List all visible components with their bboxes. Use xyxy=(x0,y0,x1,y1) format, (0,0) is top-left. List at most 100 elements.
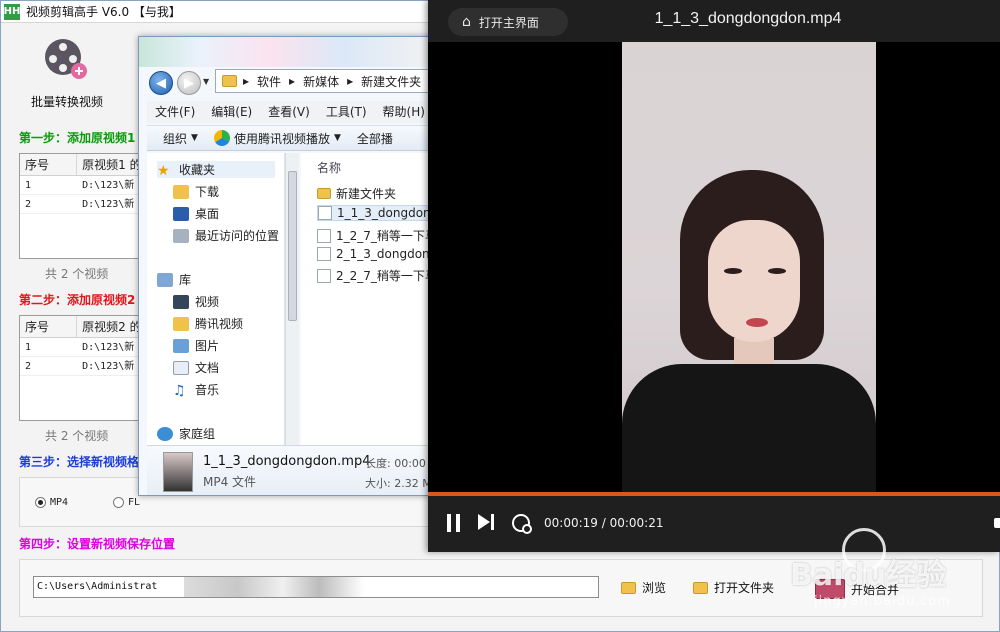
step4-label: 第四步：设置新视频保存位置 xyxy=(19,537,176,551)
step2-label: 第二步：添加原视频2 xyxy=(19,293,136,307)
step3-label: 第三步：选择新视频格 xyxy=(19,455,140,469)
menu-tools[interactable]: 工具(T) xyxy=(318,101,375,123)
volume-icon[interactable] xyxy=(994,518,1000,528)
row-index: 1 xyxy=(25,180,32,191)
table-row[interactable]: 2 D:\123\新 xyxy=(20,357,148,376)
detail-file-name: 1_1_3_dongdongdon.mp4 xyxy=(203,454,371,469)
next-track-icon[interactable] xyxy=(478,513,496,533)
open-folder-button[interactable]: 打开文件夹 xyxy=(693,579,774,596)
radio-selected-icon xyxy=(35,497,46,508)
play-tencent-button[interactable]: 使用腾讯视频播放 ▼ xyxy=(213,130,341,147)
format-radio-flv[interactable]: FL xyxy=(113,497,140,508)
video-thumbnail xyxy=(163,452,193,492)
breadcrumb-item[interactable]: 新媒体 xyxy=(303,73,339,90)
address-bar[interactable]: ▸ 软件 ▸ 新媒体 ▸ 新建文件夹 xyxy=(215,69,433,93)
video-file-icon xyxy=(317,247,331,261)
breadcrumb-item[interactable]: 新建文件夹 xyxy=(361,73,421,90)
documents-icon xyxy=(173,360,189,375)
video-file-icon xyxy=(317,228,331,243)
video-player-window: ⌂ 打开主界面 1_1_3_dongdongdon.mp4 00:00:19 /… xyxy=(428,0,1000,552)
folder-icon xyxy=(317,188,331,199)
pause-icon[interactable] xyxy=(446,514,462,532)
history-dropdown-icon[interactable]: ▼ xyxy=(203,77,209,86)
downloads-folder-icon xyxy=(173,184,189,199)
browse-button[interactable]: 浏览 xyxy=(621,579,666,596)
explorer-menubar: 文件(F) 编辑(E) 查看(V) 工具(T) 帮助(H) xyxy=(147,101,433,123)
nav-item-downloads[interactable]: 下载 xyxy=(173,183,219,200)
list-item[interactable]: 1_1_3_dongdon xyxy=(317,205,432,221)
nav-item-library[interactable]: 库 xyxy=(157,271,191,288)
save-path-text: C:\Users\Administrat xyxy=(37,581,158,592)
video-area[interactable] xyxy=(428,42,1000,492)
row-index: 2 xyxy=(25,199,32,210)
menu-file[interactable]: 文件(F) xyxy=(147,101,203,123)
organize-label: 组织 xyxy=(163,131,188,146)
detail-file-type: MP4 文件 xyxy=(203,475,257,489)
breadcrumb-item[interactable]: 软件 xyxy=(257,73,281,90)
format-radio-mp4[interactable]: MP4 xyxy=(35,497,68,508)
explorer-toolbar: 组织 ▼ 使用腾讯视频播放 ▼ 全部播 xyxy=(147,125,433,151)
scrollbar-thumb[interactable] xyxy=(288,171,297,321)
tencent-video-icon xyxy=(213,130,230,146)
file-name: 1_2_7_稍等一下马 xyxy=(336,229,434,243)
portrait-eye xyxy=(724,268,742,274)
film-reel-icon[interactable] xyxy=(41,37,91,81)
step1-label: 第一步：添加原视频1 xyxy=(19,131,136,145)
list-item[interactable]: 2_1_3_dongdon xyxy=(317,247,430,261)
nav-item-music[interactable]: ♫ 音乐 xyxy=(173,381,219,399)
file-name: 2_1_3_dongdon xyxy=(336,247,430,261)
play-all-button[interactable]: 全部播 xyxy=(357,130,393,147)
star-icon: ★ xyxy=(157,162,170,179)
play-tencent-label: 使用腾讯视频播放 xyxy=(233,131,330,146)
details-pane: 1_1_3_dongdongdon.mp4 MP4 文件 长度: 00:00 大… xyxy=(147,445,433,495)
batch-convert-button[interactable]: 批量转换视频 xyxy=(31,93,103,110)
menu-help[interactable]: 帮助(H) xyxy=(375,101,433,123)
nav-label: 下载 xyxy=(195,185,220,199)
nav-label: 桌面 xyxy=(195,207,220,221)
nav-label: 家庭组 xyxy=(179,427,216,441)
list-item[interactable]: 新建文件夹 xyxy=(317,185,396,202)
back-arrow-icon[interactable]: ◀ xyxy=(149,71,173,95)
column-header-name[interactable]: 名称 xyxy=(317,159,341,176)
homegroup-icon xyxy=(157,426,173,441)
player-controls: 00:00:19 / 00:00:21 xyxy=(428,496,1000,552)
detail-size: 大小: 2.32 M xyxy=(365,477,432,490)
menu-view[interactable]: 查看(V) xyxy=(260,101,318,123)
nav-item-homegroup[interactable]: 家庭组 xyxy=(157,425,215,442)
breadcrumb-separator-icon: ▸ xyxy=(347,74,354,88)
nav-item-pictures[interactable]: 图片 xyxy=(173,337,219,354)
breadcrumb-separator-icon: ▸ xyxy=(289,74,296,88)
nav-item-desktop[interactable]: 桌面 xyxy=(173,205,219,222)
folder-icon xyxy=(693,581,708,594)
table-row[interactable]: 1 D:\123\新 xyxy=(20,338,148,357)
menu-edit[interactable]: 编辑(E) xyxy=(203,101,260,123)
table-row[interactable]: 1 D:\123\新 xyxy=(20,176,148,195)
nav-item-videos[interactable]: 视频 xyxy=(173,293,219,310)
video2-list[interactable]: 序号 原视频2 的 1 D:\123\新 2 D:\123\新 xyxy=(19,315,149,421)
nav-item-favorites[interactable]: ★ 收藏夹 xyxy=(157,161,275,179)
app-logo-icon: HH xyxy=(4,3,20,20)
video2-count: 共 2 个视频 xyxy=(45,429,109,443)
table-row[interactable]: 2 D:\123\新 xyxy=(20,195,148,214)
nav-label: 最近访问的位置 xyxy=(195,229,280,243)
list-item[interactable]: 2_2_7_稍等一下马 xyxy=(317,267,433,284)
recent-places-icon xyxy=(173,228,189,243)
music-note-icon: ♫ xyxy=(173,382,186,399)
pictures-icon xyxy=(173,338,189,353)
nav-label: 视频 xyxy=(195,295,220,309)
file-list: 名称 新建文件夹 1_1_3_dongdon 1_2_7_稍等一下马 2_1_3… xyxy=(301,153,434,445)
nav-item-recent[interactable]: 最近访问的位置 xyxy=(173,227,279,244)
nav-item-tencent-video[interactable]: 腾讯视频 xyxy=(173,315,243,332)
organize-button[interactable]: 组织 ▼ xyxy=(163,130,198,147)
save-path-input[interactable]: C:\Users\Administrat xyxy=(33,576,599,598)
list-item[interactable]: 1_2_7_稍等一下马 xyxy=(317,227,434,244)
nav-scrollbar[interactable] xyxy=(285,153,299,445)
film-strip-icon xyxy=(815,579,845,599)
playback-time: 00:00:19 / 00:00:21 xyxy=(544,516,664,530)
explorer-window: ◀ ▶ ▼ ▸ 软件 ▸ 新媒体 ▸ 新建文件夹 文件(F) 编辑(E) 查看(… xyxy=(138,36,434,496)
video1-list[interactable]: 序号 原视频1 的 1 D:\123\新 2 D:\123\新 xyxy=(19,153,149,259)
start-merge-button[interactable]: 开始合并 xyxy=(815,579,899,599)
portrait-lips xyxy=(746,318,768,327)
nav-item-documents[interactable]: 文档 xyxy=(173,359,219,376)
forward-arrow-icon[interactable]: ▶ xyxy=(177,71,201,95)
